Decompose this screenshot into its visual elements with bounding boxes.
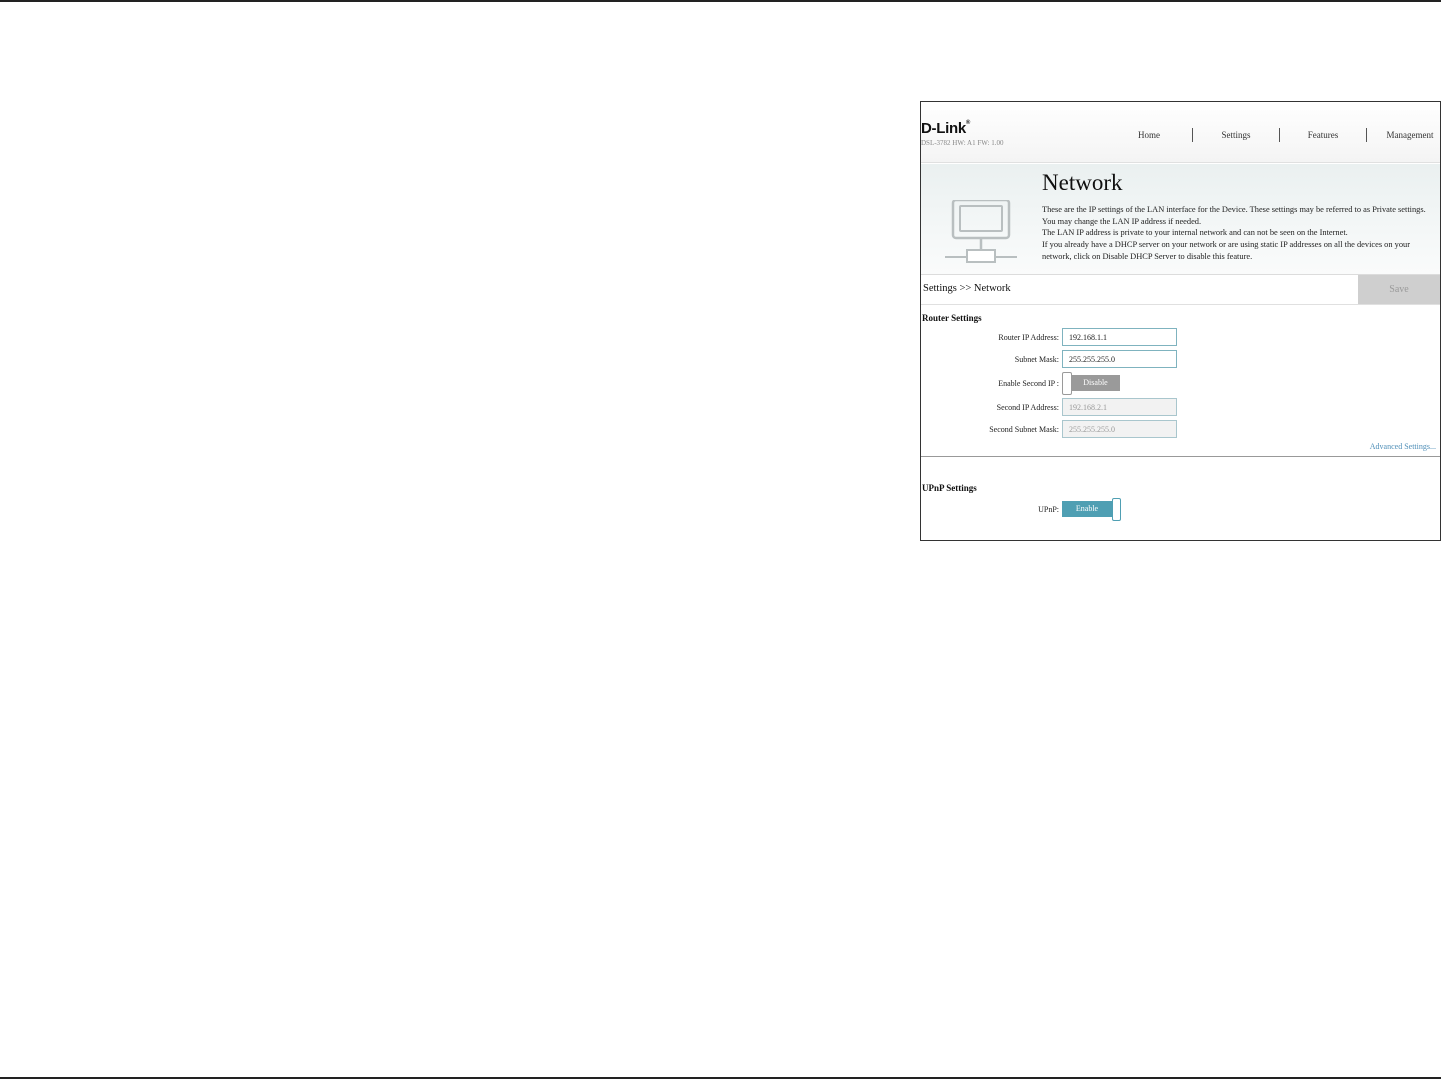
second-ip-label: Second IP Address: <box>996 403 1059 412</box>
toggle-state: Disable <box>1071 375 1120 391</box>
nav-settings[interactable]: Settings <box>1193 128 1280 142</box>
hardware-info: DSL-3782 HW: A1 FW: 1.00 <box>921 139 1004 147</box>
second-ip-input[interactable] <box>1062 398 1177 416</box>
main-nav: Home Settings Features Management <box>1106 124 1440 146</box>
router-ui-screenshot: D-Link® DSL-3782 HW: A1 FW: 1.00 Home Se… <box>920 101 1441 541</box>
router-ip-input[interactable] <box>1062 328 1177 346</box>
network-computer-icon <box>945 200 1017 263</box>
description-line: If you already have a DHCP server on you… <box>1042 240 1411 261</box>
second-mask-input[interactable] <box>1062 420 1177 438</box>
subnet-mask-label: Subnet Mask: <box>1014 355 1059 364</box>
toggle-knob <box>1112 498 1121 521</box>
description-line: The LAN IP address is private to your in… <box>1042 228 1348 238</box>
page-banner: Network These are the IP settings of the… <box>921 164 1440 275</box>
router-settings-title: Router Settings <box>922 313 982 323</box>
router-ip-label: Router IP Address: <box>998 333 1059 342</box>
subnet-mask-input[interactable] <box>1062 350 1177 368</box>
nav-features[interactable]: Features <box>1280 128 1367 142</box>
page-description: These are the IP settings of the LAN int… <box>1042 204 1437 263</box>
save-button[interactable]: Save <box>1358 275 1440 304</box>
second-mask-label: Second Subnet Mask: <box>989 425 1059 434</box>
section-divider <box>921 456 1440 457</box>
upnp-settings-title: UPnP Settings <box>922 483 977 493</box>
toggle-state: Enable <box>1062 501 1112 517</box>
breadcrumb-bar: Settings >> Network Save <box>921 275 1440 305</box>
enable-second-ip-label: Enable Second IP : <box>998 379 1059 388</box>
nav-management[interactable]: Management <box>1367 128 1440 142</box>
breadcrumb: Settings >> Network <box>923 283 1011 294</box>
description-line: These are the IP settings of the LAN int… <box>1042 205 1426 226</box>
upnp-label: UPnP: <box>1038 505 1059 514</box>
page-title: Network <box>1042 170 1123 195</box>
top-header: D-Link® DSL-3782 HW: A1 FW: 1.00 Home Se… <box>921 102 1440 163</box>
dlink-logo: D-Link® <box>921 120 970 137</box>
nav-home[interactable]: Home <box>1106 128 1193 142</box>
enable-second-ip-toggle[interactable]: Disable <box>1062 372 1121 395</box>
page-top-rule <box>0 0 1441 2</box>
advanced-settings-link[interactable]: Advanced Settings... <box>1370 442 1436 451</box>
upnp-toggle[interactable]: Enable <box>1062 498 1121 521</box>
page-bottom-rule <box>0 1077 1441 1079</box>
